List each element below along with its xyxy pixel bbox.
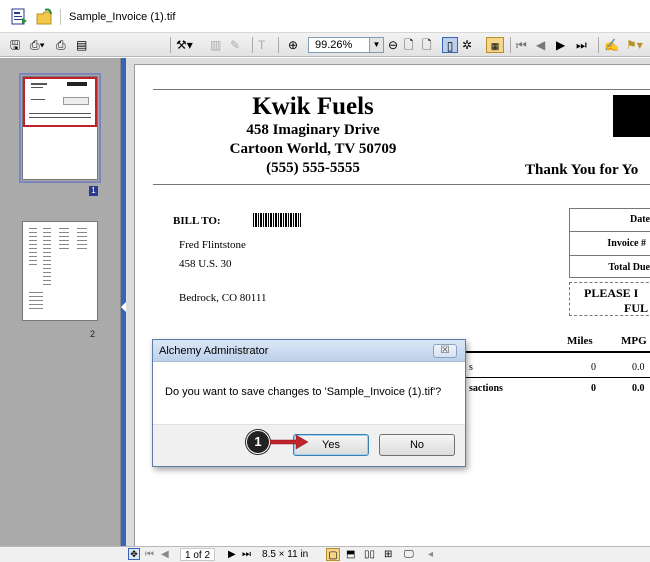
customer-city: Bedrock, CO 80111 (179, 292, 267, 304)
customer-name: Fred Flintstone (179, 239, 246, 251)
single-page-view-icon[interactable]: ▢ (326, 548, 340, 561)
table-row-2-label: sactions (469, 383, 503, 394)
invoice-number-label: Invoice # (607, 238, 646, 249)
page-icon[interactable]: 🗋 (404, 37, 414, 53)
thumbnail-selection-box (23, 77, 97, 127)
zoom-out-icon[interactable]: ⊖ (388, 37, 398, 53)
facing-view-icon[interactable]: ▯▯ (364, 548, 375, 561)
highlighter-icon: ✎ (230, 38, 241, 52)
toolbar: 🖫 ⎙▾ ⎙ ▤ ⚒▾ ▥ ✎ T ⊕ 99.26% ▼ ⊖ 🗋 🗋 ▯ ✲ ▦… (0, 33, 650, 57)
total-due-label: Total Due (608, 262, 650, 273)
text-icon: T (258, 38, 266, 52)
first-page-icon[interactable]: ⏮ (145, 548, 154, 561)
invoice-page: Kwik Fuels 458 Imaginary Drive Cartoon W… (134, 64, 650, 546)
print-menu-icon[interactable]: ⎙▾ (30, 37, 45, 53)
continuous-view-icon[interactable]: ⬒ (346, 548, 355, 561)
please-text: PLEASE I (584, 286, 639, 300)
scroll-left-icon[interactable]: ◂ (428, 548, 433, 561)
company-address-line-2: Cartoon World, TV 50709 (229, 141, 397, 157)
thank-you-text: Thank You for Yo (525, 162, 639, 178)
annotation-icon: ▥ (210, 38, 222, 52)
barcode (253, 213, 301, 227)
thumbnail-page-number: 1 (89, 186, 98, 196)
page-size-label: 8.5 × 11 in (262, 549, 309, 560)
company-name: Kwik Fuels (252, 93, 374, 120)
last-page-icon[interactable]: ⏭ (576, 37, 587, 53)
settings-icon[interactable]: ✲ (462, 37, 472, 53)
no-button[interactable]: No (379, 434, 455, 456)
previous-page-icon[interactable]: ◀ (536, 37, 545, 53)
markup-icon[interactable]: ✍ (604, 37, 619, 53)
thumbnail-panel: 1 2 (0, 58, 121, 546)
fit-width-icon[interactable]: ▯ (442, 37, 458, 53)
invoice-info-box: Date Invoice # Total Due (569, 208, 650, 278)
fit-page-icon[interactable]: 🗋 (422, 37, 432, 53)
open-folder-icon[interactable] (36, 8, 54, 26)
save-icon[interactable]: 🖫 (10, 37, 20, 53)
thumbnails-icon[interactable]: ▦ (486, 37, 504, 53)
full-text: FUL (624, 301, 648, 315)
zoom-in-icon[interactable]: ⊕ (288, 37, 298, 53)
date-label: Date (630, 214, 650, 225)
last-page-icon[interactable]: ⏭ (242, 548, 251, 561)
zoom-select[interactable]: 99.26% ▼ (308, 37, 384, 53)
document-list-icon[interactable] (10, 8, 28, 26)
navigate-icon[interactable]: ✥ (128, 548, 140, 560)
table-row-2-mpg: 0.0 (632, 383, 645, 394)
zoom-value: 99.26% (315, 39, 353, 51)
dialog-titlebar[interactable]: Alchemy Administrator ☒ (153, 340, 465, 362)
tools-menu-icon[interactable]: ⚒▾ (176, 37, 193, 53)
thumbnail-page-2[interactable] (22, 221, 98, 321)
table-row-1-label: s (469, 362, 473, 373)
thumbnail-page-1[interactable] (19, 73, 101, 183)
callout-arrow-icon (270, 434, 309, 450)
next-page-icon[interactable]: ▶ (228, 548, 236, 561)
thumbnail-page-number: 2 (90, 329, 96, 339)
previous-page-icon[interactable]: ◀ (161, 548, 169, 561)
step-callout-badge: 1 (246, 430, 270, 454)
column-header-miles: Miles (567, 335, 593, 347)
company-phone: (555) 555-5555 (266, 160, 360, 176)
monitor-view-icon[interactable]: 🖵 (404, 548, 414, 561)
bill-to-label: BILL TO: (173, 215, 221, 227)
customer-street: 458 U.S. 30 (179, 258, 232, 270)
please-box: PLEASE I FUL (569, 282, 650, 316)
company-address-line-1: 458 Imaginary Drive (246, 122, 380, 138)
properties-icon[interactable]: ▤ (76, 37, 87, 53)
dialog-message: Do you want to save changes to 'Sample_I… (165, 386, 442, 398)
stamp-menu-icon[interactable]: ⚑▾ (626, 37, 643, 53)
column-header-mpg: MPG (621, 335, 647, 347)
address-bar: Sample_Invoice (1).tif (0, 0, 650, 33)
status-bar: ✥ ⏮ ◀ 1 of 2 ▶ ⏭ 8.5 × 11 in ▢ ⬒ ▯▯ ⊞ 🖵 … (0, 546, 650, 562)
page-indicator[interactable]: 1 of 2 (180, 548, 216, 561)
grid-view-icon[interactable]: ⊞ (384, 548, 392, 561)
next-page-icon[interactable]: ▶ (556, 37, 565, 53)
table-row-2-miles: 0 (591, 383, 596, 394)
dialog-title: Alchemy Administrator (159, 345, 269, 357)
filename-field[interactable]: Sample_Invoice (1).tif (60, 9, 175, 25)
printer-icon[interactable]: ⎙ (56, 37, 66, 53)
table-row-1-mpg: 0.0 (632, 362, 645, 373)
document-viewer[interactable]: Kwik Fuels 458 Imaginary Drive Cartoon W… (126, 58, 650, 546)
close-icon[interactable]: ☒ (433, 344, 457, 358)
logo-block (613, 95, 650, 137)
first-page-icon[interactable]: ⏮ (516, 37, 527, 53)
table-row-1-miles: 0 (591, 362, 596, 373)
chevron-down-icon[interactable]: ▼ (369, 38, 383, 52)
